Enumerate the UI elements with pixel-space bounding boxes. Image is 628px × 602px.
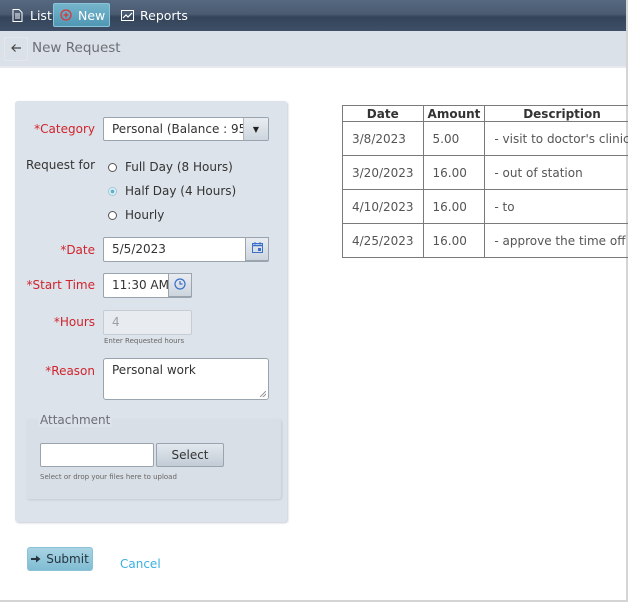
table-row: 3/20/2023 16.00 - out of station (342, 155, 628, 190)
column-header-description: Description (484, 105, 628, 122)
cancel-link[interactable]: Cancel (120, 557, 161, 571)
attachment-file-input[interactable] (40, 443, 154, 467)
reason-label: *Reason (45, 364, 95, 378)
back-button[interactable] (4, 37, 28, 61)
category-value: Personal (Balance : 95 ... (112, 122, 243, 136)
reason-value: Personal work (112, 363, 196, 377)
radio-half-day-label: Half Day (4 Hours) (125, 184, 237, 198)
table-row: 4/25/2023 16.00 - approve the time off (342, 223, 628, 258)
caret-down-icon[interactable]: ▼ (243, 118, 268, 140)
column-header-date: Date (342, 105, 424, 122)
start-time-value: 11:30 AM (112, 278, 169, 292)
reason-textarea[interactable]: Personal work (103, 358, 269, 400)
start-time-label: *Start Time (26, 278, 96, 292)
date-value: 5/5/2023 (112, 242, 166, 256)
cell-date: 3/20/2023 (342, 155, 424, 190)
table-header-row: Date Amount Description (342, 105, 628, 122)
radio-half-day[interactable]: Half Day (4 Hours) (108, 184, 236, 198)
calendar-icon (251, 242, 263, 256)
cell-date: 4/25/2023 (342, 223, 424, 258)
plus-circle-icon (60, 8, 72, 22)
nav-list-label: List (30, 7, 52, 23)
submit-label: Submit (46, 552, 89, 566)
attachment-hint: Select or drop your files here to upload (40, 473, 177, 481)
radio-hourly[interactable]: Hourly (108, 208, 164, 222)
hours-value: 4 (112, 315, 120, 329)
hours-hint: Enter Requested hours (104, 337, 185, 345)
cell-amount: 16.00 (422, 189, 486, 224)
nav-new[interactable]: New (53, 3, 110, 27)
chart-icon (120, 8, 134, 22)
attachment-select-button[interactable]: Select (156, 443, 224, 467)
date-picker-button[interactable] (245, 237, 269, 261)
cell-description: - approve the time off (484, 223, 628, 258)
date-label: *Date (60, 243, 95, 257)
resize-grip-icon[interactable] (260, 391, 266, 397)
history-table: Date Amount Description 3/8/2023 5.00 - … (342, 105, 628, 258)
document-icon (10, 8, 24, 22)
hours-label: *Hours (53, 315, 95, 329)
top-nav: List New Reports (0, 0, 626, 31)
column-header-amount: Amount (422, 105, 486, 122)
cell-amount: 16.00 (422, 223, 486, 258)
clock-icon (174, 277, 186, 293)
radio-hourly-label: Hourly (125, 208, 165, 222)
nav-reports[interactable]: Reports (114, 3, 194, 27)
cell-description: - out of station (484, 155, 628, 190)
category-select[interactable]: Personal (Balance : 95 ... ▼ (103, 117, 269, 141)
start-time-input[interactable]: 11:30 AM (103, 273, 192, 298)
submit-button[interactable]: Submit (27, 547, 93, 571)
radio-half-day-input[interactable] (108, 186, 117, 196)
cell-date: 4/10/2023 (342, 189, 424, 224)
table-row: 3/8/2023 5.00 - visit to doctor's clinic (342, 121, 628, 156)
date-input[interactable]: 5/5/2023 (103, 237, 269, 262)
nav-new-label: New (78, 7, 106, 23)
radio-full-day-label: Full Day (8 Hours) (125, 160, 233, 174)
request-form: *Category Personal (Balance : 95 ... ▼ R… (15, 101, 287, 522)
nav-list[interactable]: List (4, 3, 58, 27)
time-picker-button[interactable] (168, 273, 192, 297)
attachment-fieldset: Attachment Select Select or drop your fi… (26, 413, 281, 499)
table-row: 4/10/2023 16.00 - to (342, 189, 628, 224)
request-for-label: Request for (25, 158, 95, 172)
hours-input[interactable]: 4 (103, 310, 192, 335)
page-header: New Request (0, 31, 626, 68)
nav-reports-label: Reports (140, 7, 188, 23)
cell-description: - visit to doctor's clinic (484, 121, 628, 156)
radio-hourly-input[interactable] (108, 210, 117, 220)
cell-date: 3/8/2023 (342, 121, 424, 156)
radio-full-day-input[interactable] (108, 162, 117, 172)
cell-description: - to (484, 189, 628, 224)
cell-amount: 16.00 (422, 155, 486, 190)
attachment-legend: Attachment (38, 413, 113, 427)
radio-full-day[interactable]: Full Day (8 Hours) (108, 160, 233, 174)
category-label: *Category (34, 122, 95, 136)
cell-amount: 5.00 (422, 121, 486, 156)
arrow-left-icon (10, 42, 22, 56)
page-title: New Request (32, 40, 121, 56)
arrow-right-icon (31, 552, 41, 566)
